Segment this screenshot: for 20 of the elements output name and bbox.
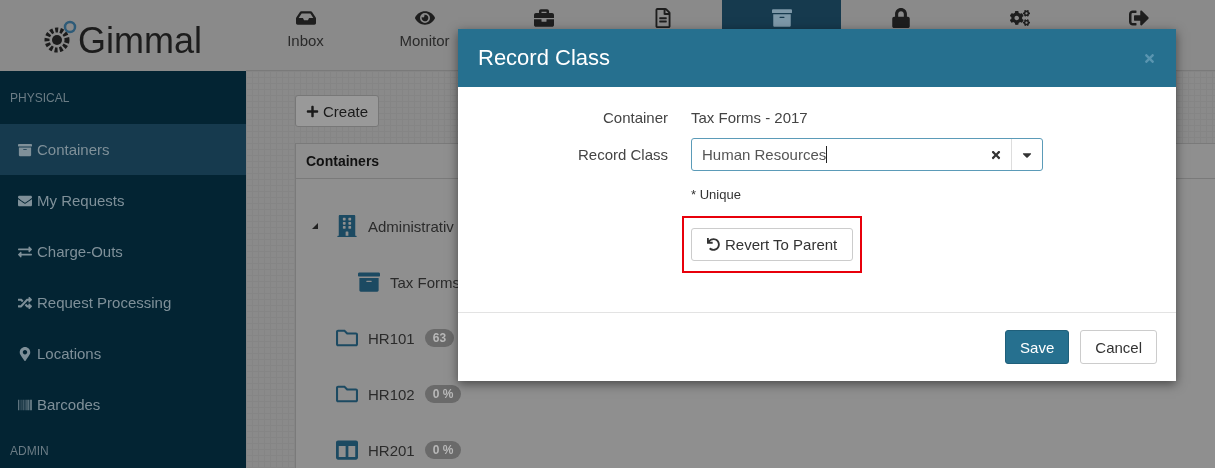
panel-title: Containers bbox=[306, 153, 380, 169]
field-label: Record Class bbox=[577, 146, 668, 163]
logo-text: Gimmal bbox=[78, 19, 202, 62]
percent-badge: 63 bbox=[424, 329, 455, 347]
percent-badge: 0 % bbox=[424, 385, 462, 403]
section-heading: ADMIN bbox=[9, 443, 50, 458]
sidebar-item-label: My Requests bbox=[37, 192, 125, 209]
field-label: Container bbox=[602, 109, 668, 126]
sidebar-item-label: Charge-Outs bbox=[37, 243, 123, 260]
sidebar-item-label: Request Processing bbox=[37, 294, 172, 311]
field-value: Tax Forms - 2017 bbox=[691, 109, 809, 126]
sidebar-item-label: Locations bbox=[37, 345, 102, 362]
percent-badge: 0 % bbox=[424, 441, 462, 459]
field-hint: * Unique bbox=[691, 187, 742, 202]
nav-label: Inbox bbox=[287, 32, 324, 49]
sidebar-item-label: Containers bbox=[37, 141, 110, 158]
dialog-title: Record Class bbox=[478, 45, 611, 71]
sidebar-item-label: Barcodes bbox=[37, 396, 101, 413]
section-heading: PHYSICAL bbox=[9, 90, 71, 107]
nav-label: Monitor bbox=[399, 32, 450, 49]
